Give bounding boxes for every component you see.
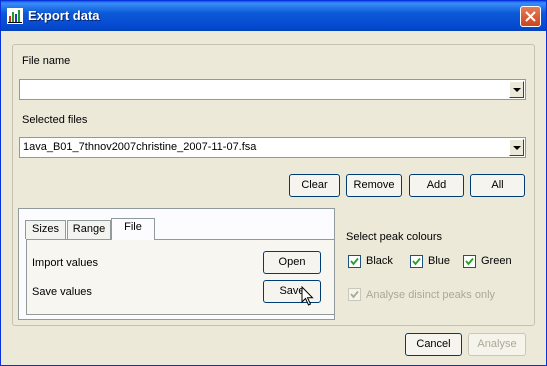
analyse-button[interactable]: Analyse bbox=[468, 333, 526, 356]
add-button[interactable]: Add bbox=[409, 174, 464, 197]
tab-sizes[interactable]: Sizes bbox=[25, 220, 66, 239]
selected-files-dropdown-button[interactable] bbox=[509, 139, 524, 156]
mouse-cursor-icon bbox=[301, 286, 314, 306]
chevron-down-icon bbox=[513, 88, 521, 92]
green-checkbox[interactable] bbox=[463, 255, 476, 268]
file-name-combobox[interactable] bbox=[19, 79, 526, 100]
selected-files-combobox[interactable]: 1ava_B01_7thnov2007christine_2007-11-07.… bbox=[19, 137, 526, 158]
selected-files-label: Selected files bbox=[22, 114, 88, 126]
peak-colours-label: Select peak colours bbox=[346, 231, 442, 243]
window-title: Export data bbox=[28, 8, 100, 23]
tab-range[interactable]: Range bbox=[67, 220, 111, 239]
tab-file[interactable]: File bbox=[111, 218, 155, 240]
analyse-distinct-label: Analyse disinct peaks only bbox=[366, 289, 496, 301]
checkmark-icon bbox=[350, 290, 359, 299]
checkmark-icon bbox=[465, 257, 474, 266]
black-checkbox-label: Black bbox=[366, 255, 393, 267]
dialog-client-area: File name Selected files 1ava_B01_7thnov… bbox=[4, 31, 543, 362]
export-data-dialog: Export data File name Selected files 1av… bbox=[0, 0, 547, 366]
close-icon bbox=[525, 11, 536, 22]
import-values-label: Import values bbox=[32, 257, 99, 269]
green-checkbox-label: Green bbox=[481, 255, 512, 267]
chevron-down-icon bbox=[513, 146, 521, 150]
file-name-label: File name bbox=[22, 55, 71, 67]
all-button[interactable]: All bbox=[470, 174, 525, 197]
selected-files-value: 1ava_B01_7thnov2007christine_2007-11-07.… bbox=[23, 141, 257, 153]
checkmark-icon bbox=[350, 257, 359, 266]
chart-icon bbox=[7, 8, 23, 24]
title-bar[interactable]: Export data bbox=[1, 1, 546, 31]
blue-checkbox[interactable] bbox=[410, 255, 423, 268]
open-button[interactable]: Open bbox=[263, 251, 321, 274]
file-name-dropdown-button[interactable] bbox=[509, 81, 524, 98]
black-checkbox[interactable] bbox=[348, 255, 361, 268]
checkmark-icon bbox=[412, 257, 421, 266]
save-values-label: Save values bbox=[32, 286, 92, 298]
clear-button[interactable]: Clear bbox=[289, 174, 340, 197]
analyse-distinct-checkbox[interactable] bbox=[348, 288, 361, 301]
close-button[interactable] bbox=[520, 6, 541, 27]
remove-button[interactable]: Remove bbox=[346, 174, 402, 197]
blue-checkbox-label: Blue bbox=[428, 255, 451, 267]
cancel-button[interactable]: Cancel bbox=[405, 333, 462, 356]
